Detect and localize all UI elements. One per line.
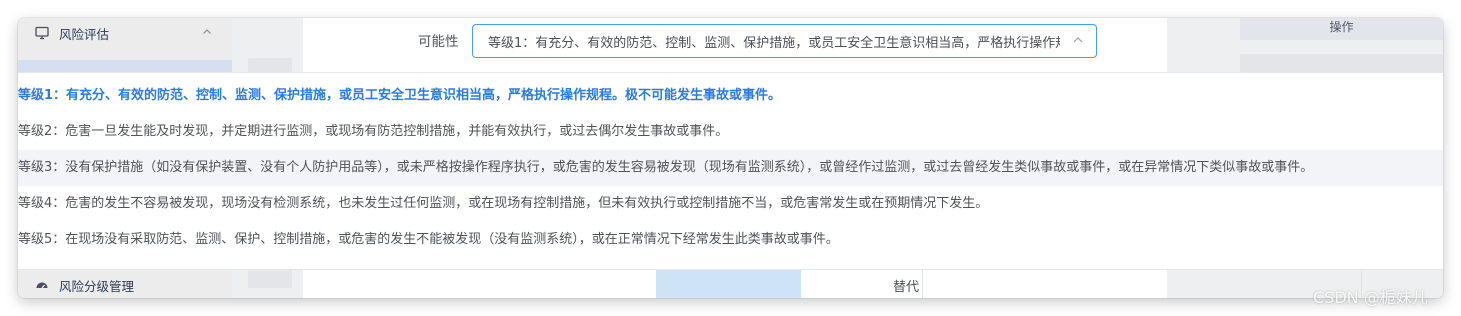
probability-select[interactable]: 等级1：有充分、有效的防范、控制、监测、保护措施，或员工安全卫生意识相当高，严格… <box>472 24 1097 58</box>
chevron-up-icon <box>202 26 212 41</box>
sidebar-active-item <box>18 60 232 72</box>
probability-label: 可能性 <box>418 34 459 50</box>
dropdown-option[interactable]: 等级5：在现场没有采取防范、监测、保护、控制措施，或危害的发生不能被发现（没有监… <box>18 222 1443 258</box>
sidebar-item-label: 风险分级管理 <box>59 278 135 294</box>
table-divider <box>922 268 923 298</box>
table-header-operation: 操作 <box>1240 18 1443 40</box>
background-panel <box>1240 54 1443 74</box>
probability-select-value: 等级1：有充分、有效的防范、控制、监测、保护措施，或员工安全卫生意识相当高，严格… <box>488 35 1060 51</box>
replace-label: 替代 <box>893 280 920 295</box>
probability-dropdown: 等级1：有充分、有效的防范、控制、监测、保护措施，或员工安全卫生意识相当高，严格… <box>18 72 1443 270</box>
dropdown-option[interactable]: 等级4：危害的发生不容易被发现，现场没有检测系统，也未发生过任何监测，或在现场有… <box>18 186 1443 222</box>
dropdown-option[interactable]: 等级2：危害一旦发生能及时发现，并定期进行监测，或现场有防范控制措施，并能有效执… <box>18 114 1443 150</box>
monitor-icon <box>34 26 50 40</box>
watermark: CSDN @栀妹儿 <box>1313 288 1428 307</box>
app-window: 风险评估 风险分级管理 操作 可能性 等级1：有充分、有效的防范、控制、监测、保… <box>18 18 1443 298</box>
dropdown-option-selected[interactable]: 等级1：有充分、有效的防范、控制、监测、保护措施，或员工安全卫生意识相当高，严格… <box>18 78 1443 114</box>
dropdown-option-hovered[interactable]: 等级3：没有保护措施（如没有保护装置、没有个人防护用品等），或未严格按操作程序执… <box>18 150 1443 186</box>
sidebar-item-label: 风险评估 <box>59 26 110 42</box>
chevron-up-icon[interactable] <box>1072 34 1084 50</box>
sidebar-item-risk-assessment[interactable]: 风险评估 <box>18 18 232 48</box>
sidebar-item-risk-grading[interactable]: 风险分级管理 <box>18 270 232 298</box>
table-cell-highlight <box>656 268 801 298</box>
dashboard-icon <box>34 278 50 292</box>
